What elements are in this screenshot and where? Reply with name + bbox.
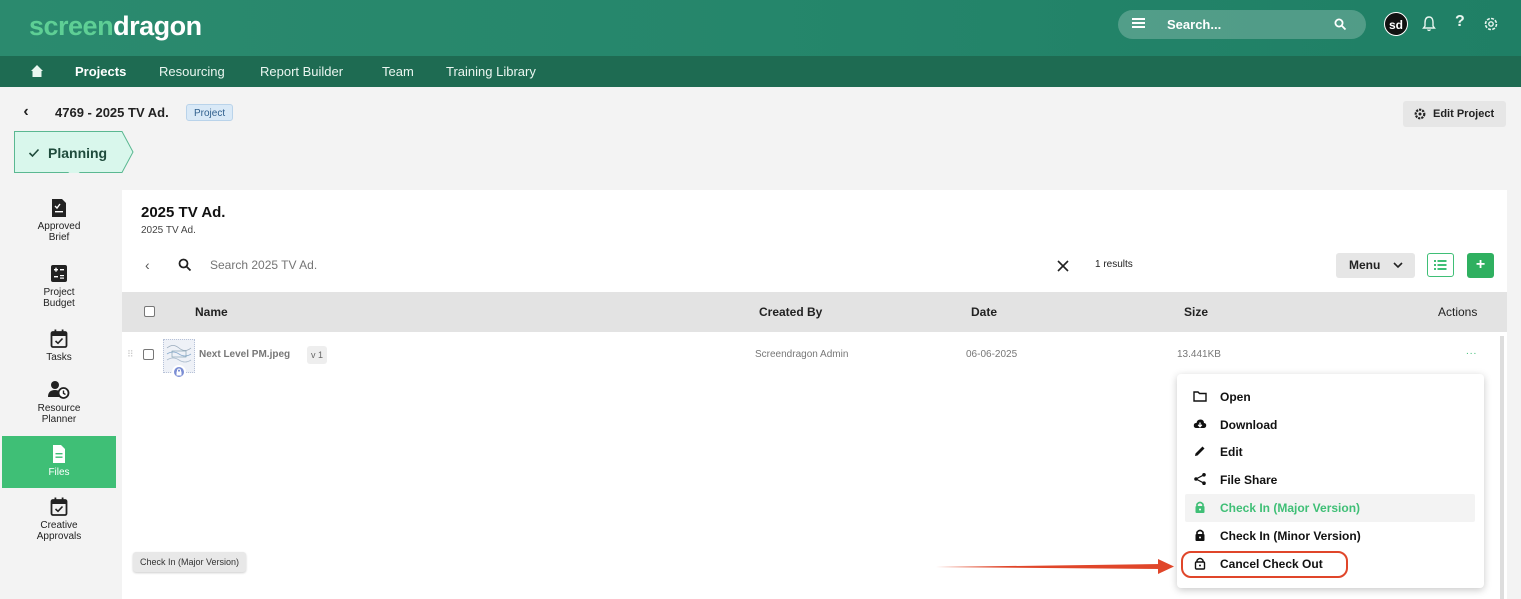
gear-icon[interactable] — [1483, 16, 1499, 32]
rail-creative-approvals[interactable]: Creative Approvals — [2, 495, 116, 550]
clear-search-icon[interactable] — [1057, 260, 1069, 272]
menu-item-check-in-major[interactable]: Check In (Major Version) — [1185, 494, 1475, 522]
chevron-down-icon — [1393, 262, 1403, 269]
collapse-chevron-icon[interactable]: ‹ — [145, 257, 150, 273]
nav-report-builder[interactable]: Report Builder — [260, 64, 343, 79]
rail-resource-planner-label: Resource Planner — [37, 403, 81, 425]
menu-button-label: Menu — [1349, 258, 1381, 272]
rail-resource-planner[interactable]: Resource Planner — [2, 378, 116, 433]
annotation-arrow-icon — [936, 559, 1174, 574]
help-icon[interactable]: ? — [1455, 13, 1465, 31]
rail-approved-brief-label: Approved Brief — [37, 221, 81, 243]
nav-resourcing[interactable]: Resourcing — [159, 64, 225, 79]
rail-files-label: Files — [48, 467, 70, 478]
file-size: 13.441KB — [1177, 349, 1221, 360]
person-clock-icon — [48, 381, 70, 399]
menu-item-check-in-minor-label: Check In (Minor Version) — [1220, 529, 1361, 543]
logo-part-screen: screen — [29, 11, 114, 41]
col-actions: Actions — [1438, 305, 1478, 319]
list-view-button[interactable] — [1427, 253, 1454, 277]
project-title: 4769 - 2025 TV Ad. — [55, 105, 169, 120]
folder-icon — [1193, 391, 1207, 402]
hamburger-icon[interactable] — [1132, 18, 1145, 28]
global-search-placeholder: Search... — [1167, 17, 1222, 32]
menu-item-open[interactable]: Open — [1185, 383, 1475, 411]
logo[interactable]: screendragon — [29, 11, 202, 42]
col-name[interactable]: Name — [195, 305, 228, 319]
nav-training-library[interactable]: Training Library — [446, 64, 536, 79]
cloud-download-icon — [1193, 419, 1207, 428]
menu-item-check-in-minor[interactable]: Check In (Minor Version) — [1185, 522, 1475, 550]
annotation-highlight-oval — [1181, 551, 1348, 578]
lock-icon — [1195, 529, 1205, 541]
menu-item-check-in-major-label: Check In (Major Version) — [1220, 501, 1361, 515]
brief-doc-icon — [52, 199, 66, 217]
checked-out-lock-icon — [172, 365, 186, 379]
calendar-check-icon — [50, 329, 68, 348]
share-icon — [1194, 473, 1206, 485]
results-count: 1 results — [1095, 259, 1133, 270]
file-name[interactable]: Next Level PM.jpeg — [199, 349, 290, 360]
search-icon[interactable] — [1334, 18, 1347, 31]
row-actions-button[interactable]: ... — [1466, 346, 1477, 357]
bell-icon[interactable] — [1422, 16, 1436, 32]
rail-creative-approvals-label: Creative Approvals — [36, 520, 82, 542]
panel-title: 2025 TV Ad. — [141, 204, 226, 221]
check-icon — [28, 148, 40, 158]
menu-item-download-label: Download — [1220, 418, 1278, 432]
menu-item-edit-label: Edit — [1220, 445, 1243, 459]
rail-project-budget[interactable]: Project Budget — [2, 262, 116, 317]
home-icon[interactable] — [30, 64, 44, 78]
list-icon — [1434, 260, 1447, 270]
calendar-check-icon — [50, 497, 68, 516]
nav-projects[interactable]: Projects — [75, 64, 126, 79]
panel-subtitle: 2025 TV Ad. — [141, 225, 196, 236]
file-created-by: Screendragon Admin — [755, 349, 849, 360]
menu-item-file-share[interactable]: File Share — [1185, 466, 1475, 494]
add-file-button[interactable]: + — [1467, 253, 1494, 278]
edit-project-label: Edit Project — [1433, 108, 1495, 120]
nav-team[interactable]: Team — [382, 64, 414, 79]
rail-tasks-label: Tasks — [46, 352, 72, 363]
logo-part-dragon: dragon — [113, 11, 202, 41]
rail-approved-brief[interactable]: Approved Brief — [2, 196, 116, 251]
version-badge: v 1 — [307, 346, 328, 364]
select-all-checkbox[interactable] — [144, 306, 155, 317]
project-type-badge: Project — [186, 104, 234, 121]
file-icon — [53, 445, 65, 463]
back-button[interactable]: ‹ — [15, 102, 37, 124]
menu-item-open-label: Open — [1220, 390, 1251, 404]
menu-item-file-share-label: File Share — [1220, 473, 1278, 487]
main-nav: Projects Resourcing Report Builder Team … — [0, 56, 1521, 87]
pencil-icon — [1195, 446, 1205, 456]
calculator-icon — [51, 265, 67, 282]
stage-label: Planning — [48, 145, 108, 161]
rail-tasks[interactable]: Tasks — [2, 327, 116, 369]
row-checkbox[interactable] — [143, 349, 154, 360]
top-header: screendragon Search... sd ? — [0, 0, 1521, 56]
menu-button[interactable]: Menu — [1336, 253, 1415, 278]
lock-icon — [1195, 501, 1205, 513]
rail-files[interactable]: Files — [2, 436, 116, 488]
avatar[interactable]: sd — [1384, 12, 1408, 36]
edit-project-button[interactable]: Edit Project — [1403, 101, 1506, 127]
file-date: 06-06-2025 — [966, 349, 1018, 360]
drag-handle-icon[interactable]: ⠿ — [127, 349, 134, 360]
menu-item-download[interactable]: Download — [1185, 411, 1475, 439]
search-icon — [178, 258, 192, 272]
global-search[interactable]: Search... — [1118, 10, 1366, 39]
rail-project-budget-label: Project Budget — [43, 287, 75, 309]
gear-icon — [1414, 108, 1426, 120]
col-size[interactable]: Size — [1184, 305, 1208, 319]
col-created-by[interactable]: Created By — [759, 305, 822, 319]
col-date[interactable]: Date — [971, 305, 997, 319]
tooltip: Check In (Major Version) — [133, 552, 247, 572]
files-search-input[interactable] — [210, 258, 1010, 272]
scrollbar[interactable] — [1500, 336, 1504, 599]
menu-item-edit[interactable]: Edit — [1185, 438, 1475, 466]
